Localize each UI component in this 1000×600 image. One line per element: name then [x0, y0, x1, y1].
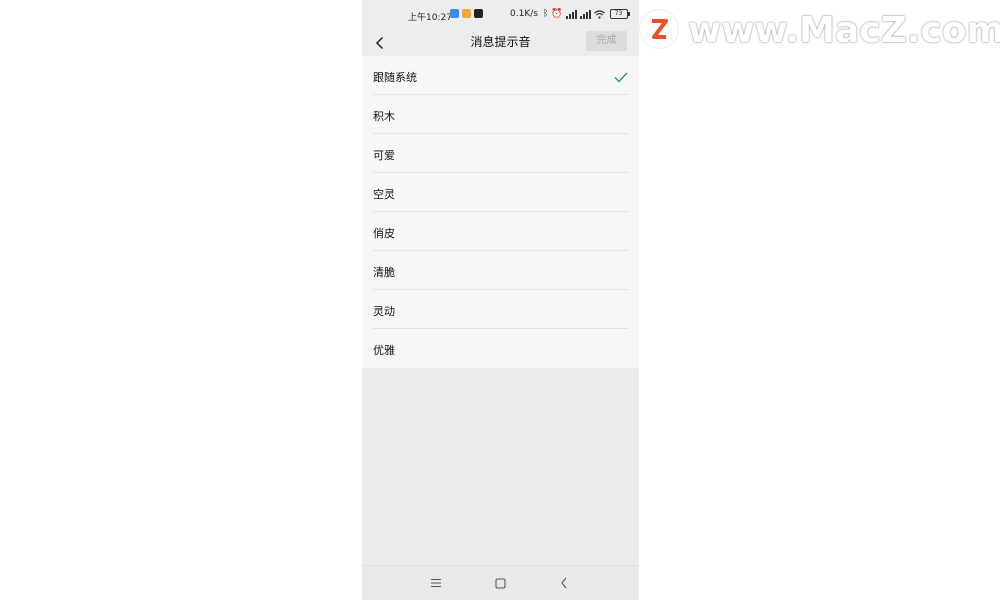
sound-option-label: 积木 — [373, 110, 395, 123]
bluetooth-icon: ᛒ — [542, 9, 549, 19]
menu-button[interactable] — [426, 574, 446, 592]
sound-option-label: 优雅 — [373, 344, 395, 357]
sound-option-label: 可爱 — [373, 149, 395, 162]
title-bar: 消息提示音 完成 — [362, 30, 639, 56]
app-notification-icon — [462, 9, 471, 18]
done-button[interactable]: 完成 — [586, 31, 627, 51]
sound-option[interactable]: 积木 — [362, 95, 639, 134]
sound-option-label: 空灵 — [373, 188, 395, 201]
network-speed: 0.1K/s — [510, 9, 538, 19]
watermark: www.MacZ.com — [640, 8, 1000, 52]
sound-option[interactable]: 俏皮 — [362, 212, 639, 251]
system-nav-bar — [362, 565, 639, 600]
signal-icon — [565, 9, 577, 19]
sound-option-label: 俏皮 — [373, 227, 395, 240]
sound-option-label: 灵动 — [373, 305, 395, 318]
home-square-icon — [494, 577, 506, 589]
alarm-icon: ⏰ — [551, 9, 563, 19]
status-indicators: 0.1K/s ᛒ ⏰ 73 — [510, 9, 630, 19]
sound-option[interactable]: 跟随系统 — [362, 56, 639, 95]
menu-icon — [431, 578, 441, 588]
screenshot-stage: 上午10:27 0.1K/s ᛒ ⏰ 73 消息提示音 完成 跟随系统 积木 可… — [0, 0, 1000, 600]
check-icon — [614, 68, 628, 87]
sound-option[interactable]: 可爱 — [362, 134, 639, 173]
sound-list: 跟随系统 积木 可爱 空灵 俏皮 清脆 灵动 优雅 — [362, 56, 639, 368]
status-bar: 上午10:27 0.1K/s ᛒ ⏰ 73 — [362, 0, 639, 30]
app-notification-icon — [474, 9, 483, 18]
battery-icon: 73 — [609, 9, 630, 19]
watermark-text: www.MacZ.com — [688, 10, 1000, 51]
app-notification-icon — [450, 9, 459, 18]
status-time: 上午10:27 — [408, 13, 452, 23]
sound-option[interactable]: 空灵 — [362, 173, 639, 212]
wifi-icon — [593, 9, 605, 19]
nav-back-button[interactable] — [554, 574, 574, 592]
sound-option[interactable]: 清脆 — [362, 251, 639, 290]
sound-option[interactable]: 优雅 — [362, 329, 639, 368]
macz-logo-icon — [640, 10, 678, 48]
status-app-icons — [450, 9, 483, 18]
chevron-left-icon — [561, 577, 567, 589]
signal-icon — [579, 9, 591, 19]
phone-screen: 上午10:27 0.1K/s ᛒ ⏰ 73 消息提示音 完成 跟随系统 积木 可… — [362, 0, 639, 600]
sound-option-label: 跟随系统 — [373, 71, 417, 84]
sound-option-label: 清脆 — [373, 266, 395, 279]
sound-option[interactable]: 灵动 — [362, 290, 639, 329]
home-button[interactable] — [490, 574, 510, 592]
